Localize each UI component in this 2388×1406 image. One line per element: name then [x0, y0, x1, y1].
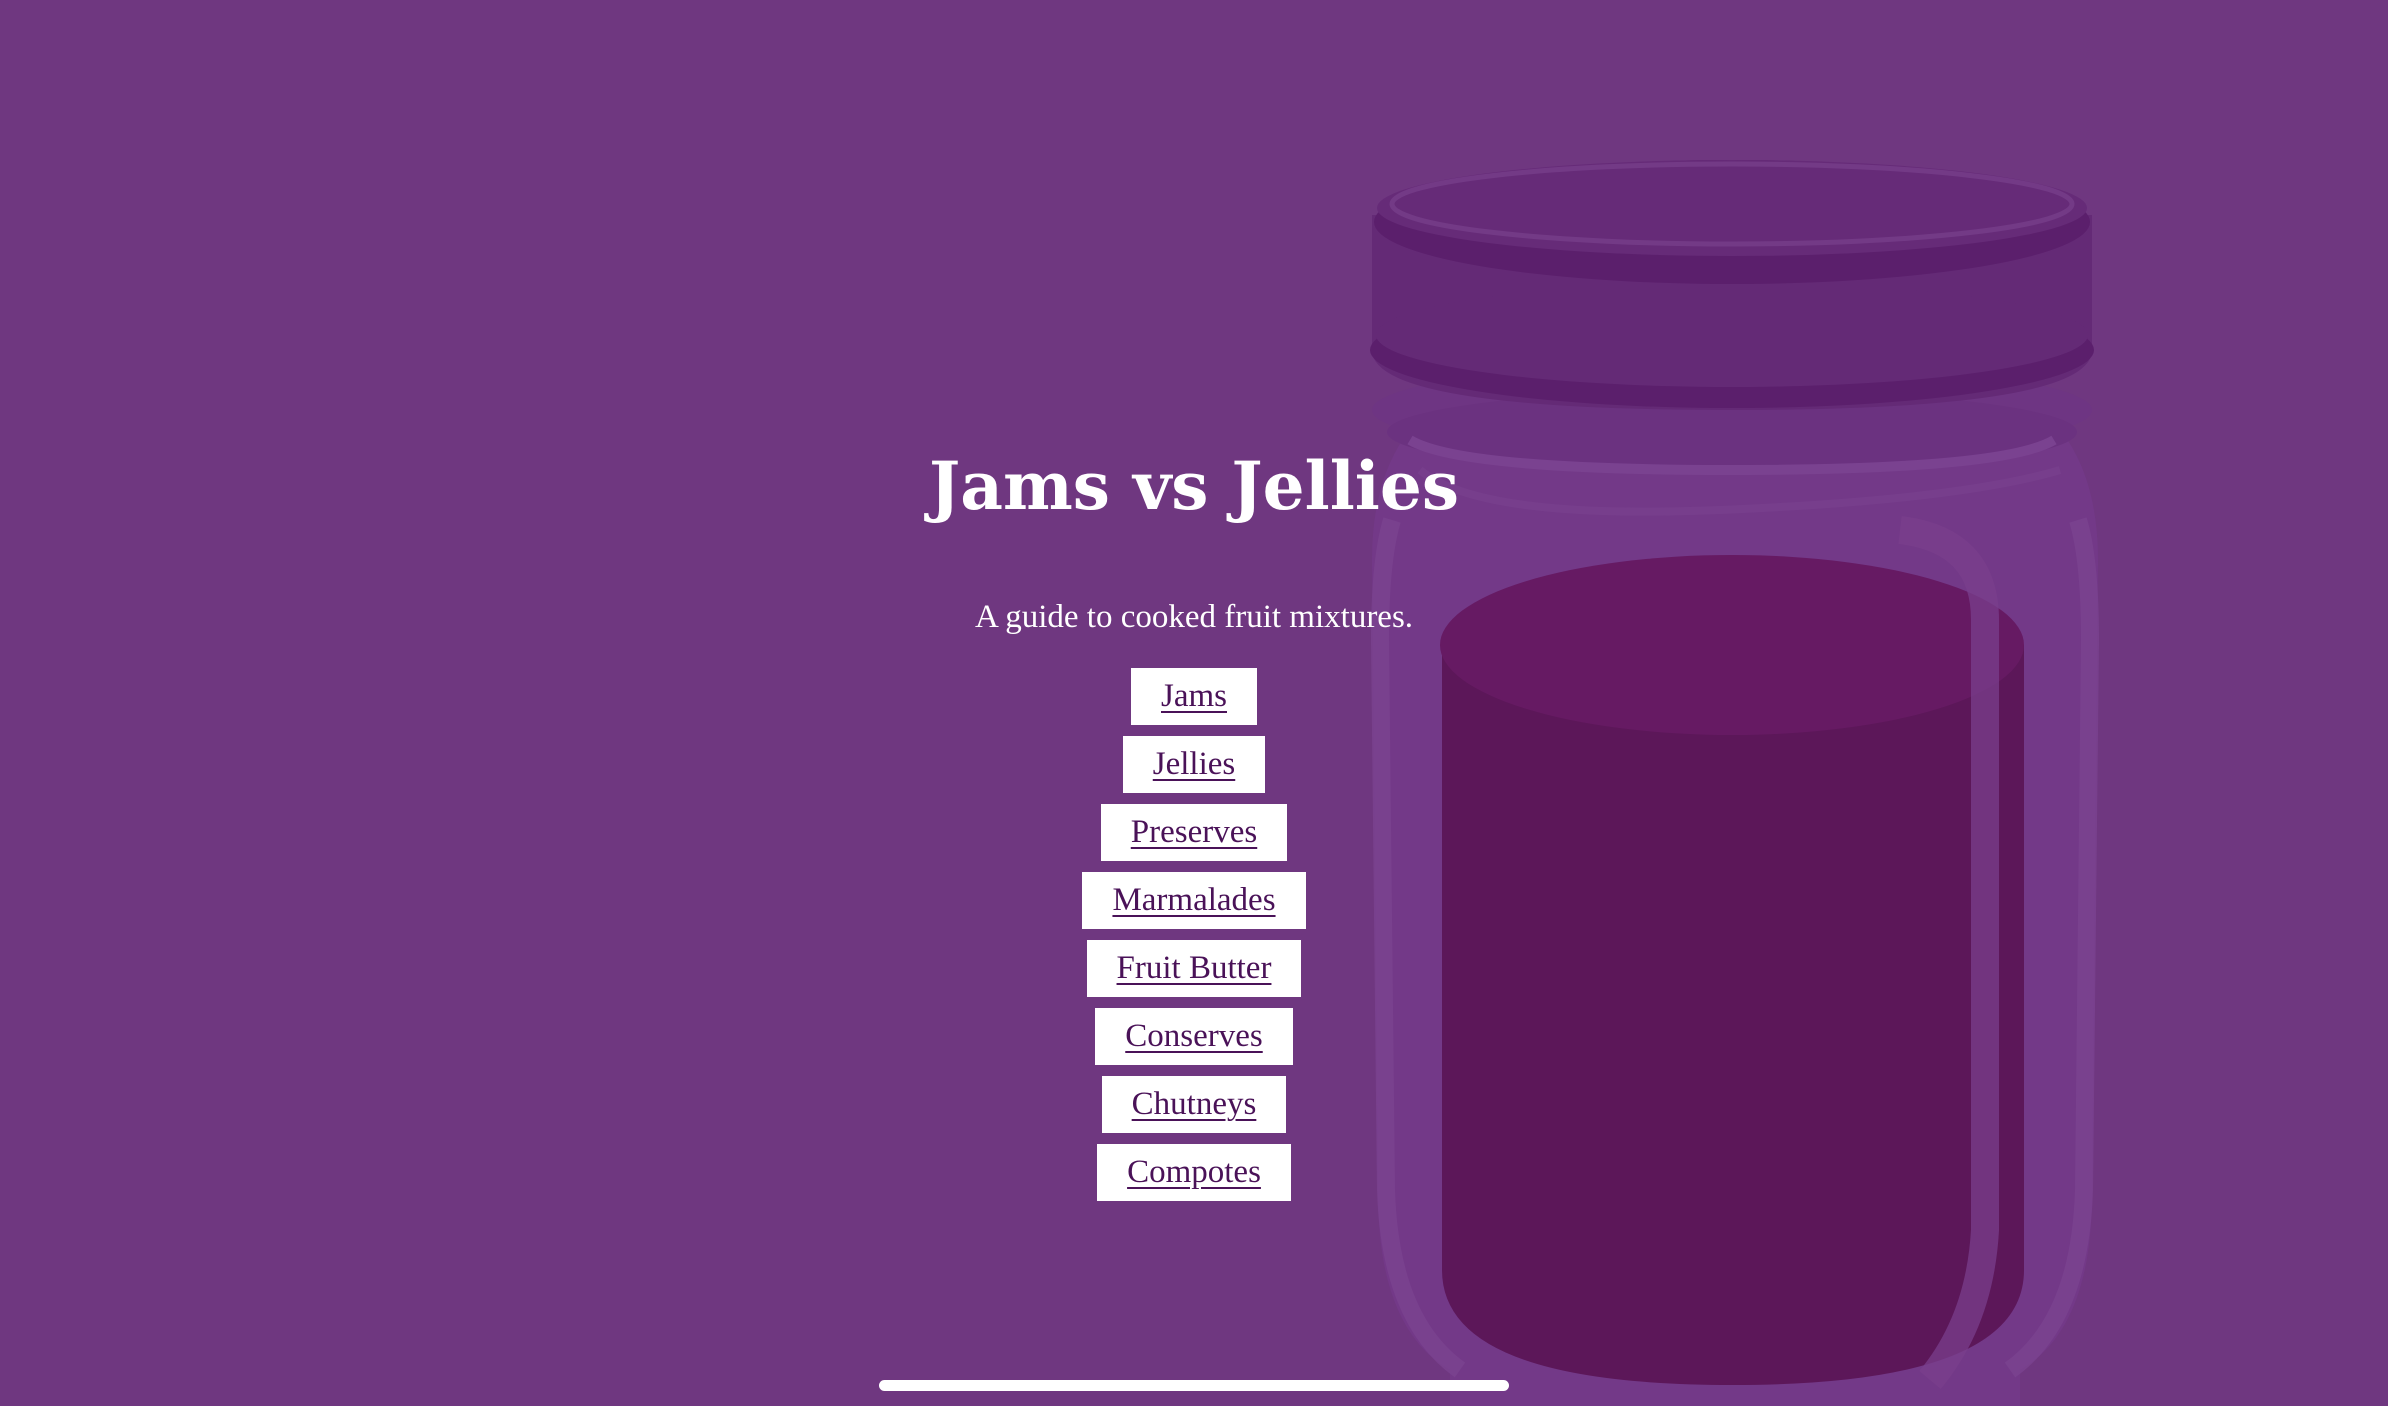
- list-item: Jams: [1131, 668, 1257, 725]
- list-item: Conserves: [1095, 1008, 1293, 1065]
- home-indicator[interactable]: [879, 1380, 1509, 1391]
- category-nav: Jams Jellies Preserves Marmalades Fruit …: [0, 668, 2388, 1201]
- nav-link-compotes[interactable]: Compotes: [1097, 1144, 1291, 1201]
- list-item: Chutneys: [1101, 1076, 1287, 1133]
- nav-link-marmalades[interactable]: Marmalades: [1082, 872, 1306, 929]
- main-content: Jams vs Jellies A guide to cooked fruit …: [0, 0, 2388, 1406]
- list-item: Marmalades: [1082, 872, 1306, 929]
- list-item: Preserves: [1100, 804, 1288, 861]
- nav-link-jellies[interactable]: Jellies: [1122, 736, 1266, 793]
- nav-link-fruit-butter[interactable]: Fruit Butter: [1086, 940, 1302, 997]
- nav-link-conserves[interactable]: Conserves: [1095, 1008, 1293, 1065]
- list-item: Fruit Butter: [1086, 940, 1302, 997]
- page-title: Jams vs Jellies: [928, 447, 1460, 525]
- list-item: Jellies: [1122, 736, 1266, 793]
- nav-link-jams[interactable]: Jams: [1131, 668, 1257, 725]
- list-item: Compotes: [1097, 1144, 1291, 1201]
- nav-link-preserves[interactable]: Preserves: [1100, 804, 1288, 861]
- page-subtitle: A guide to cooked fruit mixtures.: [974, 599, 1414, 635]
- nav-link-chutneys[interactable]: Chutneys: [1101, 1076, 1287, 1133]
